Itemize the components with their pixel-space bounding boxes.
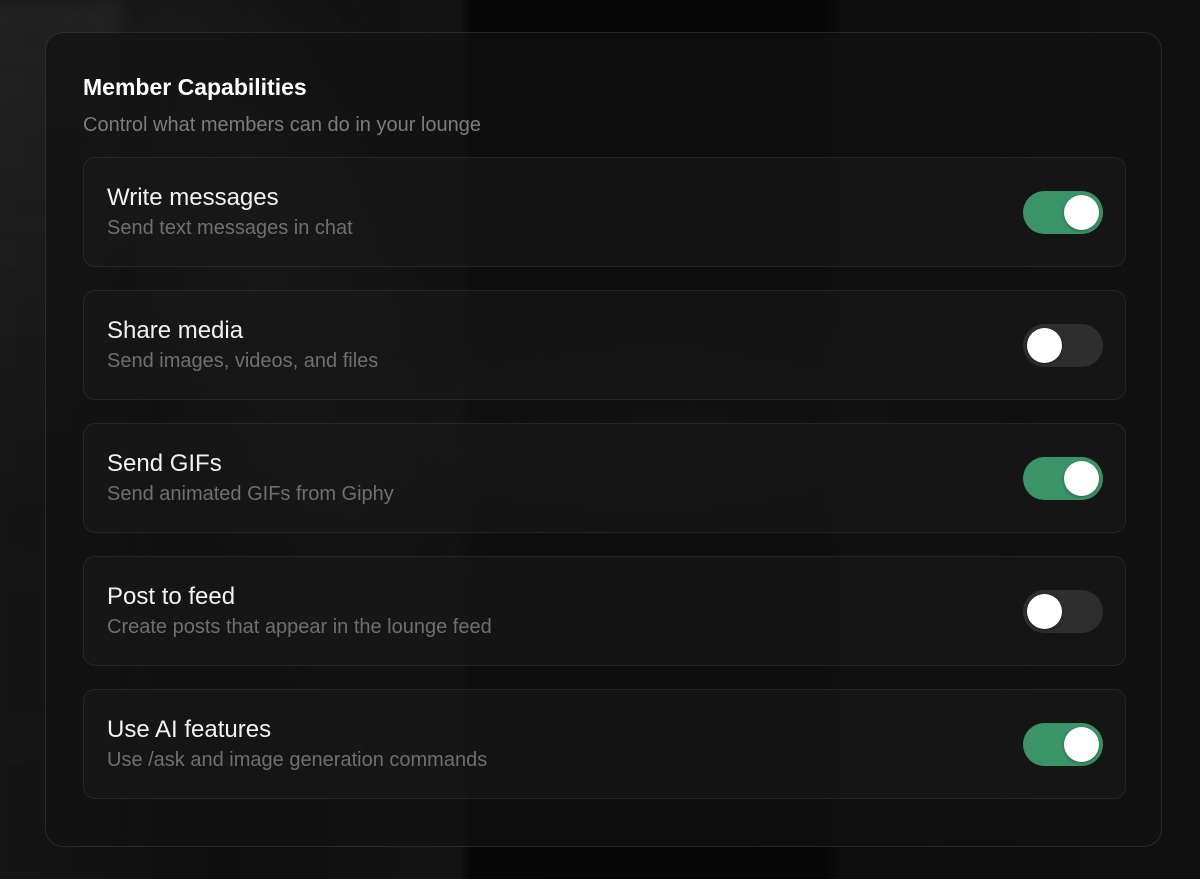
share-media-toggle[interactable] [1023,324,1103,367]
capability-description: Send text messages in chat [107,217,353,239]
capability-label: Use AI features [107,716,272,743]
post-to-feed-toggle[interactable] [1023,590,1103,633]
capability-row-send-gifs: Send GIFs Send animated GIFs from Giphy [83,423,1126,533]
capability-row-write-messages: Write messages Send text messages in cha… [83,157,1126,267]
toggle-knob [1064,727,1099,762]
capability-row-use-ai-features: Use AI features Use /ask and image gener… [83,689,1126,799]
capability-label: Send GIFs [107,450,222,477]
capability-description: Send images, videos, and files [107,350,379,372]
capability-label: Share media [107,317,244,344]
section-subtitle: Control what members can do in your loun… [83,114,481,136]
write-messages-toggle[interactable] [1023,191,1103,234]
capability-description: Send animated GIFs from Giphy [107,483,394,505]
capability-label: Write messages [107,184,279,211]
capability-description: Use /ask and image generation commands [107,749,488,771]
capabilities-list: Write messages Send text messages in cha… [83,157,1126,799]
capability-row-post-to-feed: Post to feed Create posts that appear in… [83,556,1126,666]
member-capabilities-panel: Member Capabilities Control what members… [45,32,1162,847]
toggle-knob [1064,195,1099,230]
toggle-knob [1027,328,1062,363]
send-gifs-toggle[interactable] [1023,457,1103,500]
use-ai-features-toggle[interactable] [1023,723,1103,766]
toggle-knob [1027,594,1062,629]
section-title: Member Capabilities [83,74,307,100]
capability-row-share-media: Share media Send images, videos, and fil… [83,290,1126,400]
toggle-knob [1064,461,1099,496]
capability-description: Create posts that appear in the lounge f… [107,616,492,638]
capability-label: Post to feed [107,583,236,610]
